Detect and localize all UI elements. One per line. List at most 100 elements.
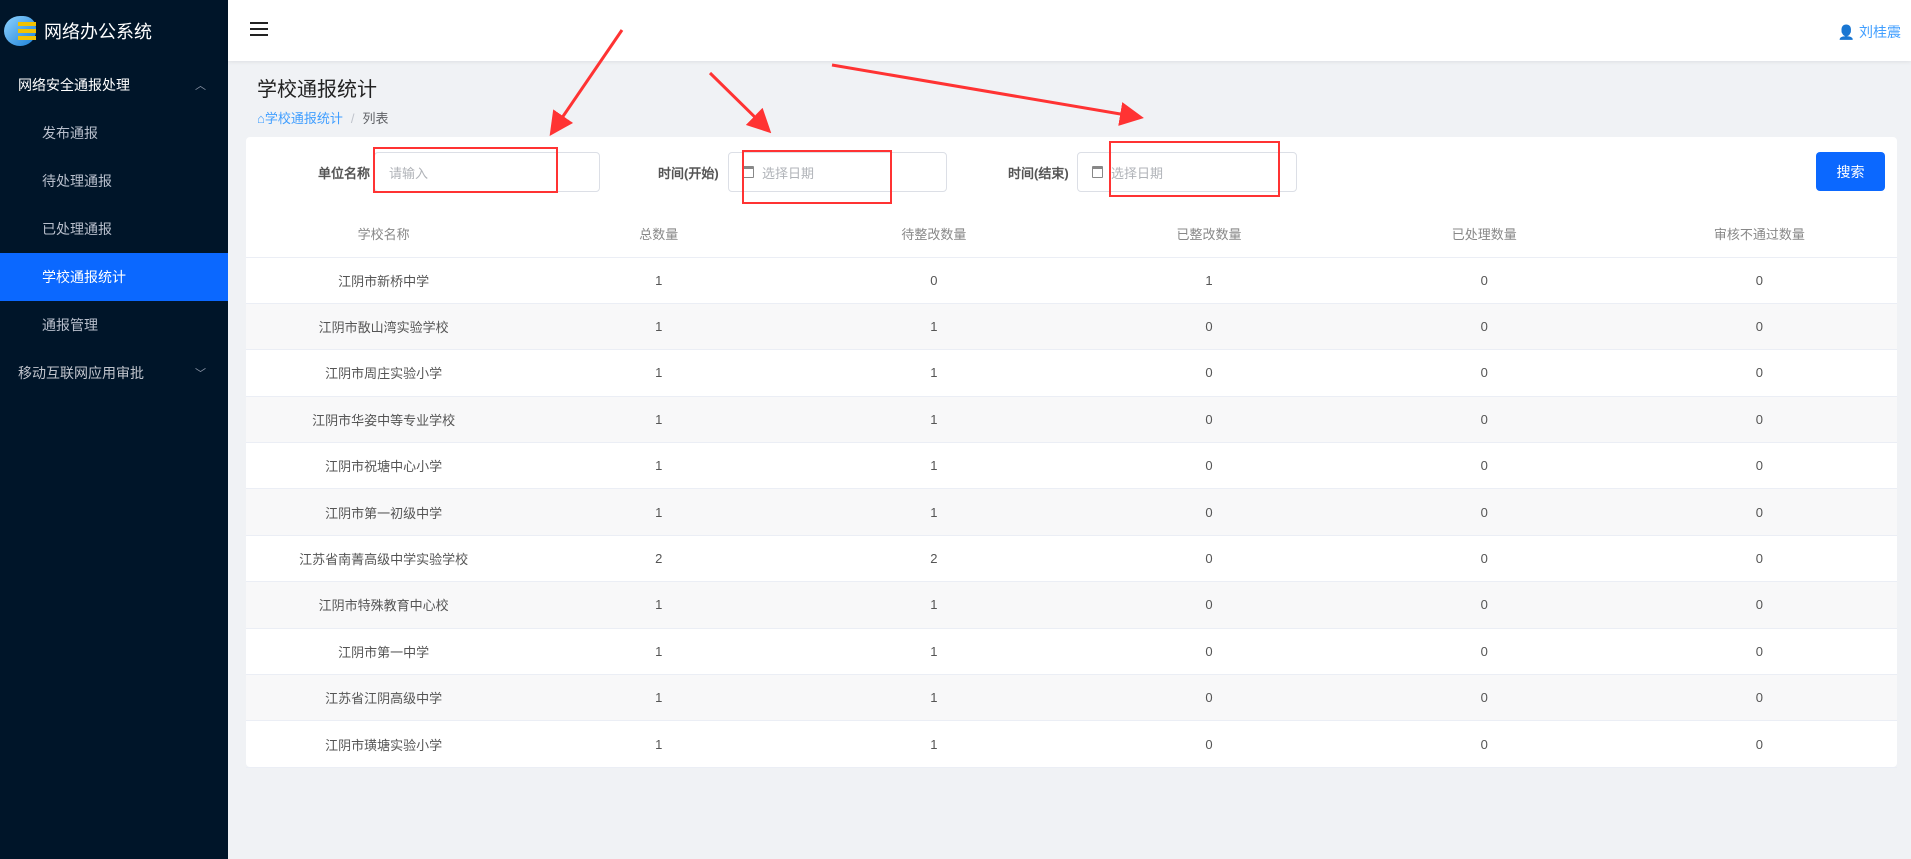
count-cell: 0	[1346, 581, 1622, 629]
count-cell: 0	[1346, 488, 1622, 536]
breadcrumb: ⌂学校通报统计 / 列表	[257, 108, 389, 127]
unit-name-label: 单位名称	[318, 166, 371, 181]
menu-group-label: 网络安全通报处理	[18, 77, 130, 93]
count-cell: 0	[1071, 674, 1347, 722]
school-name-cell: 江阴市祝塘中心小学	[246, 442, 522, 490]
count-cell: 0	[796, 257, 1072, 304]
count-cell: 1	[521, 442, 797, 490]
placeholder: 选择日期	[1111, 165, 1164, 181]
menu-group-label: 移动互联网应用审批	[18, 365, 144, 381]
count-cell: 1	[796, 442, 1072, 490]
count-cell: 1	[796, 720, 1072, 768]
table-row: 江阴市第一中学 1 1 0 0 0	[246, 628, 1897, 676]
end-date-label: 时间(结束)	[1008, 166, 1069, 181]
table-row: 江阴市璜塘实验小学 1 1 0 0 0	[246, 720, 1897, 768]
logo-icon	[4, 15, 36, 46]
logo: 网络办公系统	[0, 0, 228, 61]
start-date-picker[interactable]: 选择日期	[728, 152, 947, 192]
sidebar-item-school-stats[interactable]: 学校通报统计	[0, 253, 228, 301]
count-cell: 1	[796, 628, 1072, 676]
count-cell: 1	[1071, 257, 1347, 304]
count-cell: 1	[796, 349, 1072, 397]
unit-name-input[interactable]: 请输入	[374, 152, 600, 192]
column-header: 总数量	[521, 211, 797, 258]
count-cell: 0	[1346, 628, 1622, 676]
count-cell: 1	[796, 674, 1072, 722]
menu-group-security-reports[interactable]: 网络安全通报处理 ︿	[0, 61, 228, 109]
count-cell: 0	[1071, 442, 1347, 490]
start-date-label: 时间(开始)	[658, 166, 719, 181]
user-menu[interactable]: 👤 刘桂震	[1838, 22, 1901, 42]
count-cell: 1	[521, 628, 797, 676]
count-cell: 0	[1621, 581, 1897, 629]
count-cell: 1	[521, 349, 797, 397]
count-cell: 0	[1071, 720, 1347, 768]
count-cell: 0	[1621, 257, 1897, 304]
school-name-cell: 江阴市周庄实验小学	[246, 349, 522, 397]
column-header: 学校名称	[246, 211, 522, 258]
sidebar-item-publish[interactable]: 发布通报	[0, 109, 228, 157]
placeholder: 选择日期	[762, 165, 815, 181]
sidebar-item-processed[interactable]: 已处理通报	[0, 205, 228, 253]
column-header: 已处理数量	[1346, 211, 1622, 258]
count-cell: 0	[1071, 396, 1347, 444]
menu-toggle-icon[interactable]	[250, 22, 268, 36]
search-button[interactable]: 搜索	[1816, 152, 1885, 191]
table-row: 江阴市敔山湾实验学校 1 1 0 0 0	[246, 303, 1897, 351]
count-cell: 0	[1621, 303, 1897, 351]
table-row: 江阴市第一初级中学 1 1 0 0 0	[246, 488, 1897, 536]
count-cell: 0	[1621, 720, 1897, 768]
breadcrumb-link-label: 学校通报统计	[264, 111, 343, 126]
school-name-cell: 江阴市第一初级中学	[246, 488, 522, 536]
count-cell: 1	[521, 303, 797, 351]
placeholder: 请输入	[389, 165, 429, 181]
home-icon: ⌂	[257, 111, 265, 126]
column-header: 审核不通过数量	[1621, 211, 1897, 258]
stats-table: 学校名称 总数量 待整改数量 已整改数量 已处理数量 审核不通过数量 江阴市新桥中学 1 0 1…	[246, 211, 1897, 768]
table-row: 江阴市特殊教育中心校 1 1 0 0 0	[246, 581, 1897, 629]
end-date-picker[interactable]: 选择日期	[1077, 152, 1297, 192]
chevron-down-icon: ﹀	[195, 368, 206, 380]
count-cell: 1	[796, 396, 1072, 444]
annotation-arrow	[708, 71, 772, 134]
count-cell: 2	[521, 535, 797, 583]
breadcrumb-link[interactable]: ⌂学校通报统计	[257, 111, 343, 126]
column-header: 已整改数量	[1071, 211, 1347, 258]
count-cell: 1	[796, 488, 1072, 536]
count-cell: 1	[796, 303, 1072, 351]
calendar-icon	[1092, 166, 1103, 178]
sidebar-item-report-management[interactable]: 通报管理	[0, 301, 228, 349]
table-row: 江苏省南菁高级中学实验学校 2 2 0 0 0	[246, 535, 1897, 583]
table-row: 江苏省江阴高级中学 1 1 0 0 0	[246, 674, 1897, 722]
count-cell: 0	[1071, 535, 1347, 583]
table-row: 江阴市新桥中学 1 0 1 0 0	[246, 257, 1897, 304]
count-cell: 0	[1346, 396, 1622, 444]
menu-group-mobile-app-approval[interactable]: 移动互联网应用审批 ﹀	[0, 349, 228, 397]
chevron-up-icon: ︿	[195, 80, 206, 92]
sidebar-item-pending[interactable]: 待处理通报	[0, 157, 228, 205]
top-header: 👤 刘桂震	[228, 0, 1911, 61]
school-name-cell: 江阴市敔山湾实验学校	[246, 303, 522, 351]
count-cell: 0	[1071, 303, 1347, 351]
table-row: 江阴市祝塘中心小学 1 1 0 0 0	[246, 442, 1897, 490]
count-cell: 0	[1346, 674, 1622, 722]
count-cell: 0	[1621, 349, 1897, 397]
count-cell: 0	[1071, 349, 1347, 397]
count-cell: 1	[521, 674, 797, 722]
table-row: 江阴市华姿中等专业学校 1 1 0 0 0	[246, 396, 1897, 444]
count-cell: 0	[1346, 257, 1622, 304]
count-cell: 0	[1071, 581, 1347, 629]
column-header: 待整改数量	[796, 211, 1072, 258]
count-cell: 0	[1621, 396, 1897, 444]
school-name-cell: 江苏省江阴高级中学	[246, 674, 522, 722]
table-row: 江阴市周庄实验小学 1 1 0 0 0	[246, 349, 1897, 397]
page-title: 学校通报统计	[257, 79, 377, 101]
count-cell: 0	[1346, 442, 1622, 490]
user-icon: 👤	[1837, 24, 1856, 40]
count-cell: 0	[1346, 303, 1622, 351]
count-cell: 0	[1621, 535, 1897, 583]
count-cell: 0	[1621, 674, 1897, 722]
breadcrumb-current: 列表	[362, 111, 389, 126]
count-cell: 1	[521, 396, 797, 444]
count-cell: 1	[796, 581, 1072, 629]
